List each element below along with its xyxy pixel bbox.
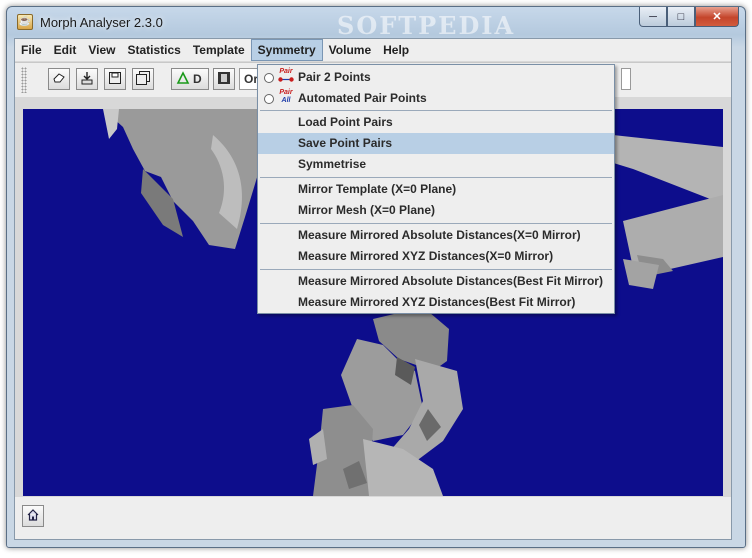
menu-symmetry[interactable]: Symmetry: [250, 39, 323, 61]
menuitem-save-point-pairs[interactable]: Save Point Pairs: [258, 133, 614, 154]
film-strip-icon: [217, 71, 231, 88]
menuitem-mirror-mesh[interactable]: Mirror Mesh (X=0 Plane): [258, 200, 614, 221]
download-button[interactable]: [76, 68, 98, 90]
maximize-button[interactable]: □: [667, 7, 695, 27]
eraser-icon: [52, 72, 66, 87]
menuitem-label: Automated Pair Points: [298, 91, 427, 105]
menu-separator: [260, 269, 612, 270]
download-icon: [80, 71, 94, 88]
window-controls: ─ □ ✕: [639, 7, 739, 27]
menu-separator: [260, 177, 612, 178]
menu-separator: [260, 110, 612, 111]
menuitem-measure-xyz-x0[interactable]: Measure Mirrored XYZ Distances(X=0 Mirro…: [258, 246, 614, 267]
menuitem-label: Measure Mirrored XYZ Distances(Best Fit …: [298, 295, 576, 309]
radio-icon[interactable]: [264, 73, 274, 83]
automated-pair-icon: Pair All: [278, 89, 294, 108]
film-button[interactable]: [213, 68, 235, 90]
menu-template[interactable]: Template: [187, 39, 251, 61]
menu-help[interactable]: Help: [377, 39, 415, 61]
menuitem-automated-pair-points[interactable]: Pair All Automated Pair Points: [258, 88, 614, 109]
menuitem-label: Measure Mirrored Absolute Distances(Best…: [298, 274, 603, 288]
menuitem-measure-abs-bestfit[interactable]: Measure Mirrored Absolute Distances(Best…: [258, 271, 614, 292]
symmetry-dropdown-menu: Pair Pair 2 Points Pair All Automated Pa…: [257, 64, 615, 314]
menu-separator: [260, 223, 612, 224]
pair-icon-text: Pair: [279, 68, 293, 75]
menuitem-label: Symmetrise: [298, 157, 367, 171]
save-icon: [108, 71, 122, 88]
menuitem-pair-2-points[interactable]: Pair Pair 2 Points: [258, 67, 614, 88]
menuitem-symmetrise[interactable]: Symmetrise: [258, 154, 614, 175]
menuitem-label: Pair 2 Points: [298, 70, 371, 84]
menu-file[interactable]: File: [15, 39, 48, 61]
radio-icon[interactable]: [264, 94, 274, 104]
pair-points-icon: Pair: [278, 68, 294, 87]
save-button[interactable]: [104, 68, 126, 90]
menuitem-label: Measure Mirrored XYZ Distances(X=0 Mirro…: [298, 249, 554, 263]
pair-icon-text: Pair: [279, 89, 293, 96]
menuitem-label: Save Point Pairs: [298, 136, 393, 150]
menuitem-measure-abs-x0[interactable]: Measure Mirrored Absolute Distances(X=0 …: [258, 225, 614, 246]
title-bar[interactable]: ☕ Morph Analyser 2.3.0 SOFTPEDIA ─ □ ✕: [7, 7, 745, 40]
menu-bar: File Edit View Statistics Template Symme…: [15, 39, 731, 61]
watermark-logo: SOFTPEDIA: [337, 11, 516, 40]
menuitem-label: Mirror Mesh (X=0 Plane): [298, 203, 436, 217]
menuitem-load-point-pairs[interactable]: Load Point Pairs: [258, 112, 614, 133]
close-button[interactable]: ✕: [695, 7, 739, 27]
eraser-button[interactable]: [48, 68, 70, 90]
window-title: Morph Analyser 2.3.0: [40, 15, 163, 30]
minimize-button[interactable]: ─: [639, 7, 667, 27]
status-bar: [15, 497, 731, 539]
menuitem-label: Measure Mirrored Absolute Distances(X=0 …: [298, 228, 581, 242]
landmark-button[interactable]: D: [171, 68, 209, 90]
landmark-label: D: [193, 72, 202, 86]
landmark-triangle-icon: [176, 70, 190, 88]
menuitem-measure-xyz-bestfit[interactable]: Measure Mirrored XYZ Distances(Best Fit …: [258, 292, 614, 313]
toolbar-field-edge[interactable]: [621, 68, 631, 90]
save-all-icon: [136, 70, 150, 88]
menuitem-mirror-template[interactable]: Mirror Template (X=0 Plane): [258, 179, 614, 200]
menu-statistics[interactable]: Statistics: [121, 39, 186, 61]
menuitem-label: Mirror Template (X=0 Plane): [298, 182, 457, 196]
home-view-button[interactable]: [22, 505, 44, 527]
menu-edit[interactable]: Edit: [48, 39, 83, 61]
menuitem-label: Load Point Pairs: [298, 115, 393, 129]
menu-view[interactable]: View: [82, 39, 121, 61]
toolbar-grip[interactable]: [21, 67, 27, 93]
home-icon: [26, 508, 40, 525]
save-all-button[interactable]: [132, 68, 154, 90]
menu-volume[interactable]: Volume: [323, 39, 377, 61]
all-icon-text: All: [281, 97, 291, 104]
java-app-icon[interactable]: ☕: [17, 14, 33, 30]
